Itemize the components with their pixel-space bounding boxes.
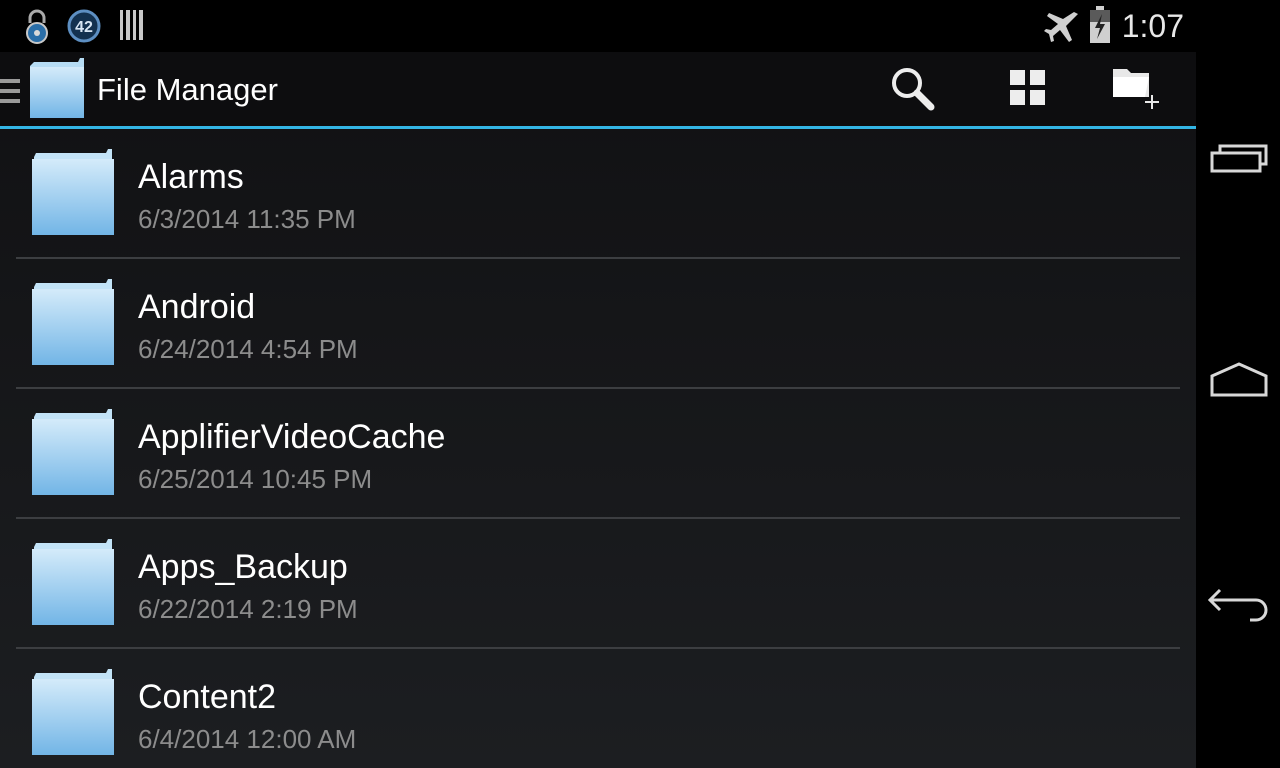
- back-button[interactable]: [1204, 578, 1274, 638]
- file-name: Content2: [138, 678, 276, 716]
- folder-icon: [30, 667, 116, 762]
- file-name: Apps_Backup: [138, 548, 348, 586]
- badge-count: 42: [75, 19, 93, 36]
- home-icon: [1209, 361, 1269, 404]
- folder-icon: [30, 537, 116, 632]
- file-date: 6/22/2014 2:19 PM: [138, 594, 358, 624]
- grid-view-button[interactable]: [1000, 64, 1056, 116]
- file-list-item[interactable]: Alarms 6/3/2014 11:35 PM: [0, 129, 1196, 259]
- battery-charging-icon: [1088, 6, 1112, 49]
- back-icon: [1206, 586, 1272, 631]
- folder-icon: [30, 147, 116, 242]
- app-folder-icon[interactable]: [28, 58, 86, 125]
- lock-icon: [22, 8, 52, 49]
- file-list-item[interactable]: Content2 6/4/2014 12:00 AM: [0, 649, 1196, 768]
- file-list-item[interactable]: Apps_Backup 6/22/2014 2:19 PM: [0, 519, 1196, 649]
- file-list-item[interactable]: Android 6/24/2014 4:54 PM: [0, 259, 1196, 389]
- file-list: Alarms 6/3/2014 11:35 PM Android 6/24/20…: [0, 129, 1196, 768]
- recent-apps-icon: [1209, 141, 1269, 180]
- file-date: 6/3/2014 11:35 PM: [138, 204, 356, 234]
- new-folder-button[interactable]: [1110, 64, 1166, 116]
- folder-icon: [30, 407, 116, 502]
- recent-apps-button[interactable]: [1204, 130, 1274, 190]
- clock: 1:07: [1121, 8, 1184, 44]
- file-date: 6/25/2014 10:45 PM: [138, 464, 373, 494]
- notification-badge-icon: 42: [66, 8, 102, 49]
- search-icon: [889, 65, 935, 116]
- file-date: 6/24/2014 4:54 PM: [138, 334, 358, 364]
- drawer-indicator-icon[interactable]: [0, 76, 22, 111]
- file-name: ApplifierVideoCache: [138, 418, 446, 456]
- status-bar: 42 1:07: [0, 0, 1196, 52]
- new-folder-icon: [1111, 65, 1165, 116]
- file-date: 6/4/2014 12:00 AM: [138, 724, 357, 754]
- search-button[interactable]: [884, 64, 940, 116]
- file-name: Alarms: [138, 158, 244, 196]
- navigation-bar: [1196, 0, 1280, 768]
- folder-icon: [30, 277, 116, 372]
- home-button[interactable]: [1204, 352, 1274, 412]
- grid-view-icon: [1009, 69, 1047, 112]
- app-screen: 42 1:07 File Manager Alarms 6/3/2014 11:…: [0, 0, 1196, 768]
- app-title: File Manager: [97, 72, 278, 107]
- barcode-icon: [118, 8, 146, 47]
- file-name: Android: [138, 288, 256, 326]
- file-list-item[interactable]: ApplifierVideoCache 6/25/2014 10:45 PM: [0, 389, 1196, 519]
- action-bar: File Manager: [0, 52, 1196, 126]
- airplane-mode-icon: [1044, 8, 1080, 49]
